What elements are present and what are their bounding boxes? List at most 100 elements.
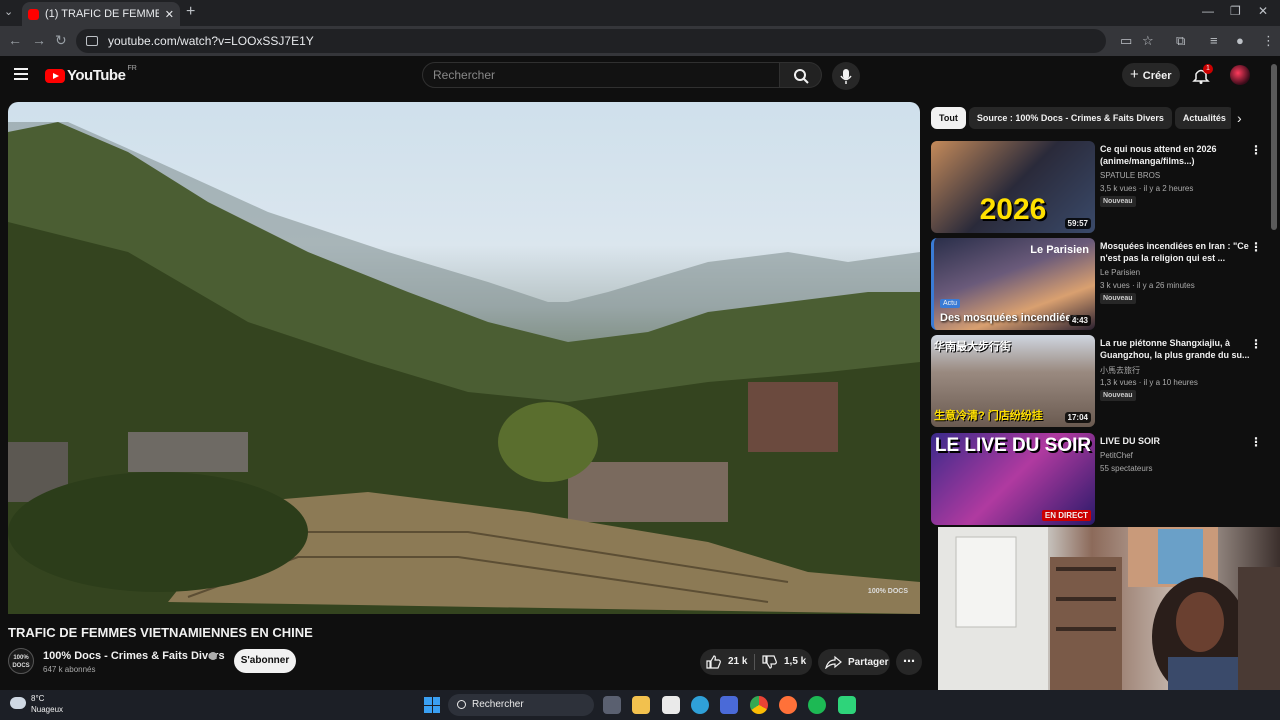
more-actions-icon[interactable]: ⋯ [896, 649, 922, 675]
video-title[interactable]: LIVE DU SOIR [1100, 435, 1250, 447]
video-title[interactable]: Ce qui nous attend en 2026 (anime/manga/… [1100, 143, 1250, 167]
country-code: FR [127, 65, 137, 72]
restore-icon[interactable]: ❐ [1230, 4, 1241, 18]
cast-icon[interactable]: ▭ [1120, 33, 1132, 49]
spotify-icon[interactable] [808, 696, 826, 714]
firefox-icon[interactable] [779, 696, 797, 714]
create-label: Créer [1142, 70, 1172, 82]
viewer-count: 55 spectateurs [1100, 464, 1153, 473]
file-explorer-icon[interactable] [632, 696, 650, 714]
browser-menu-icon[interactable]: ⋮ [1262, 33, 1275, 49]
channel-avatar[interactable]: 100% DOCS [8, 648, 34, 674]
page-scrollbar[interactable] [1271, 64, 1277, 230]
youtube-favicon-icon [28, 8, 39, 20]
bookmark-star-icon[interactable]: ☆ [1142, 33, 1154, 49]
minimize-icon[interactable]: — [1202, 4, 1214, 18]
thumbs-down-icon [762, 655, 777, 669]
task-view-icon[interactable] [603, 696, 621, 714]
new-tab-button[interactable]: + [186, 3, 195, 21]
webcam-overlay [938, 527, 1280, 696]
recommendation-item[interactable]: 2026 59:57 Ce qui nous attend en 2026 (a… [931, 141, 1271, 233]
like-button[interactable]: 21 k [706, 649, 747, 675]
cloud-icon[interactable] [10, 697, 26, 709]
channel-name[interactable]: SPATULE BROS [1100, 171, 1160, 180]
video-duration: 4:43 [1068, 315, 1091, 326]
video-player[interactable]: 100% DOCS [8, 102, 920, 614]
edge-icon[interactable] [691, 696, 709, 714]
video-duration: 59:57 [1064, 218, 1091, 229]
subscriber-count: 647 k abonnés [43, 665, 96, 674]
video-frame [8, 122, 920, 614]
share-button[interactable]: Partager [818, 649, 890, 675]
extensions-icon[interactable]: ⧉ [1176, 33, 1185, 49]
recommendation-item[interactable]: Le Parisien Actu Des mosquées incendiées… [931, 238, 1271, 330]
item-menu-icon[interactable]: ⋮ [1250, 143, 1262, 157]
close-tab-icon[interactable]: ✕ [165, 8, 174, 21]
store-icon[interactable] [720, 696, 738, 714]
forward-arrow-icon[interactable]: → [32, 32, 46, 48]
channel-name[interactable]: 小馬去旅行 [1100, 365, 1140, 376]
address-bar[interactable]: youtube.com/watch?v=LOOxSSJ7E1Y [76, 29, 1106, 53]
item-menu-icon[interactable]: ⋮ [1250, 337, 1262, 351]
thumbnail-brand: Le Parisien [1030, 244, 1089, 256]
video-thumbnail[interactable]: 华南最大步行街 生意冷清? 门店纷纷挂 17:04 [931, 335, 1095, 427]
chip-source[interactable]: Source : 100% Docs - Crimes & Faits Dive… [968, 107, 1172, 129]
channel-name[interactable]: PetitChef [1100, 451, 1133, 460]
recommendation-item[interactable]: LE LIVE DU SOIR EN DIRECT LIVE DU SOIR P… [931, 433, 1271, 525]
video-title: TRAFIC DE FEMMES VIETNAMIENNES EN CHINE [8, 625, 313, 640]
youtube-play-icon [45, 68, 65, 83]
video-meta: 1,3 k vues · il y a 10 heures [1100, 378, 1198, 387]
site-info-icon[interactable] [86, 36, 98, 46]
share-arrow-icon [825, 655, 842, 669]
weather-temperature[interactable]: 8°C [31, 694, 44, 703]
close-window-icon[interactable]: ✕ [1258, 4, 1268, 18]
item-menu-icon[interactable]: ⋮ [1250, 435, 1262, 449]
share-label: Partager [848, 656, 889, 668]
browser-tab[interactable]: (1) TRAFIC DE FEMMES VIETNAMIE ✕ [22, 2, 180, 26]
chip-tout[interactable]: Tout [931, 107, 966, 129]
notification-badge: 1 [1203, 64, 1213, 74]
subscribe-button[interactable]: S'abonner [234, 649, 296, 673]
channel-name[interactable]: 100% Docs - Crimes & Faits Divers [43, 650, 225, 662]
account-avatar[interactable] [1230, 65, 1250, 85]
webcam-scene [938, 527, 1280, 696]
video-duration: 17:04 [1064, 412, 1091, 423]
thumbnail-text: 生意冷清? 门店纷纷挂 [934, 410, 1043, 422]
windows-start-icon[interactable] [424, 697, 440, 713]
recommendation-item[interactable]: 华南最大步行街 生意冷清? 门店纷纷挂 17:04 La rue piétonn… [931, 335, 1271, 427]
back-arrow-icon[interactable]: ← [8, 32, 22, 48]
thumbnail-text-top: 华南最大步行街 [934, 341, 1011, 353]
weather-description[interactable]: Nuageux [31, 705, 63, 714]
voice-search-button[interactable] [832, 62, 860, 90]
browser-tab-bar: ⌄ (1) TRAFIC DE FEMMES VIETNAMIE ✕ + — ❐… [0, 0, 1280, 26]
reload-icon[interactable]: ↻ [55, 32, 67, 49]
chrome-icon[interactable] [750, 696, 768, 714]
search-button[interactable] [780, 62, 822, 88]
search-input[interactable]: Rechercher [422, 62, 780, 88]
video-title[interactable]: Mosquées incendiées en Iran : "Ce n'est … [1100, 240, 1250, 264]
chip-actualites[interactable]: Actualités [1174, 107, 1231, 129]
search-icon [794, 69, 809, 84]
windows-taskbar: 8°C Nuageux Rechercher [0, 690, 1280, 720]
channel-name[interactable]: Le Parisien [1100, 268, 1140, 277]
thumbnail-text: LE LIVE DU SOIR [934, 435, 1092, 456]
chevron-right-icon[interactable]: › [1237, 110, 1242, 126]
tab-groups-icon[interactable]: ≡ [1210, 33, 1218, 48]
video-thumbnail[interactable]: LE LIVE DU SOIR EN DIRECT [931, 433, 1095, 525]
youtube-logo[interactable]: YouTube FR [45, 65, 137, 84]
profile-icon[interactable]: ● [1236, 33, 1244, 48]
item-menu-icon[interactable]: ⋮ [1250, 240, 1262, 254]
taskbar-search[interactable]: Rechercher [448, 694, 594, 716]
like-dislike-group: 21 k 1,5 k [700, 649, 812, 675]
video-thumbnail[interactable]: 2026 59:57 [931, 141, 1095, 233]
video-title[interactable]: La rue piétonne Shangxiajiu, à Guangzhou… [1100, 337, 1250, 361]
hamburger-menu-icon[interactable] [14, 68, 28, 80]
tab-title: (1) TRAFIC DE FEMMES VIETNAMIE [45, 8, 159, 20]
verified-icon [209, 652, 217, 660]
notepad-icon[interactable] [662, 696, 680, 714]
create-button[interactable]: + Créer [1122, 63, 1180, 87]
tab-search-icon[interactable]: ⌄ [4, 5, 13, 18]
dislike-button[interactable]: 1,5 k [762, 649, 806, 675]
video-thumbnail[interactable]: Le Parisien Actu Des mosquées incendiées… [931, 238, 1095, 330]
app-icon[interactable] [838, 696, 856, 714]
